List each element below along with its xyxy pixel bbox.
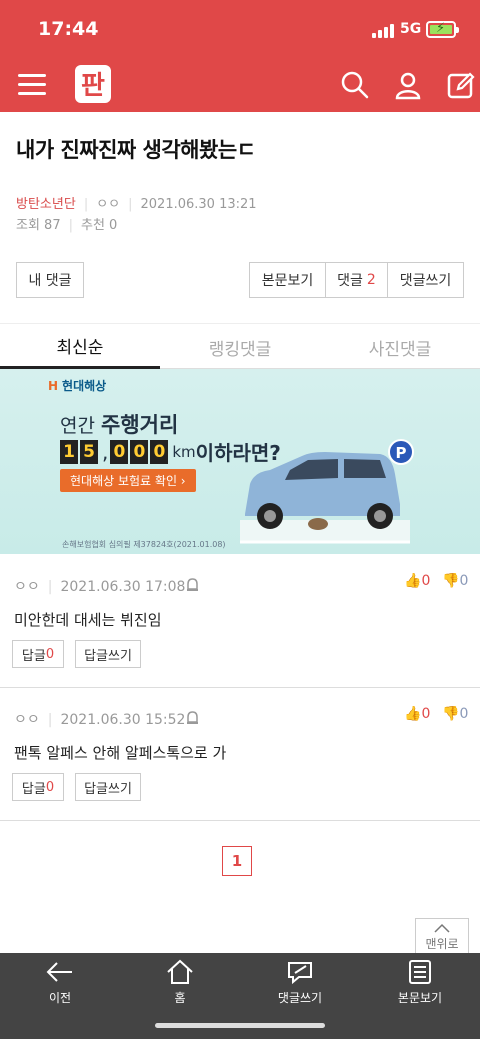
document-icon [409,960,431,984]
dislike-button[interactable]: 👎0 [442,706,468,722]
home-indicator[interactable] [155,1023,325,1028]
tab-ranking[interactable]: 랭킹댓글 [160,325,320,369]
thumbs-up-icon: 👍 [404,573,422,589]
post-category[interactable]: 방탄소년단 [16,197,76,212]
nav-write-comment[interactable]: 댓글쓰기 [240,959,360,1006]
write-reply-button[interactable]: 답글쓰기 [75,640,141,668]
nav-view-body[interactable]: 본문보기 [360,959,480,1006]
reply-count-button[interactable]: 답글 0 [12,640,64,668]
like-button[interactable]: 👍0 [404,706,430,722]
post-meta: 방탄소년단 | ㅇㅇ | 2021.06.30 13:21 [16,197,257,212]
my-comments-button[interactable]: 내 댓글 [16,262,84,298]
comments-count: 2 [366,272,376,288]
back-arrow-icon [46,962,72,982]
ad-cta[interactable]: 현대해상 보험료 확인 › [60,469,196,492]
top-bar: 17:44 5G ⚡ 판 [0,0,480,112]
comment-datetime: 2021.06.30 17:08 [60,579,186,595]
thumbs-up-icon: 👍 [404,706,422,722]
tab-photo[interactable]: 사진댓글 [320,325,480,369]
comments-label: 댓글 [337,273,363,289]
report-icon[interactable] [186,710,199,725]
comment-text: 미안한데 대세는 뷔진임 [14,611,162,629]
divider [0,820,480,821]
recommend-count: 추천 0 [81,218,118,233]
post-datetime: 2021.06.30 13:21 [140,197,257,212]
scroll-to-top-button[interactable]: 맨위로 [415,918,469,956]
thumbs-down-icon: 👎 [442,706,460,722]
comment-author: ㅇㅇ [14,579,40,595]
app-header: 판 [0,62,480,112]
comment-text: 팬톡 알페스 안해 알페스톡으로 가 [14,744,227,762]
write-comment-icon [288,962,312,985]
tab-latest[interactable]: 최신순 [0,325,160,369]
thumbs-down-icon: 👎 [442,573,460,589]
comment-datetime: 2021.06.30 15:52 [60,712,186,728]
write-comment-button[interactable]: 댓글쓰기 [387,262,464,298]
like-button[interactable]: 👍0 [404,573,430,589]
write-icon[interactable] [446,70,476,100]
ad-brand: H 현대해상 [48,379,107,393]
nav-home[interactable]: 홈 [120,959,240,1006]
view-body-button[interactable]: 본문보기 [249,262,326,298]
home-icon [167,959,193,984]
comment-tabs: 최신순 랭킹댓글 사진댓글 [0,325,480,369]
comment-meta: ㅇㅇ | 2021.06.30 17:08 [14,579,186,595]
reply-count-button[interactable]: 답글 0 [12,773,64,801]
ad-fine-print: 손해보험협회 심의필 제37824호(2021.01.08) [62,540,226,549]
report-icon[interactable] [186,577,199,592]
ad-banner[interactable]: H 현대해상 연간 주행거리 15,000 km 이하라면? 현대해상 보험료 확… [0,369,480,554]
post-nickname: ㅇㅇ [96,197,121,212]
comments-count-button[interactable]: 댓글 2 [325,262,388,298]
network-type: 5G [400,21,422,37]
nav-back[interactable]: 이전 [0,959,120,1006]
ad-brand-logo-icon: H [48,379,59,393]
post-title: 내가 진짜진짜 생각해봤는ㄷ [16,138,256,162]
write-reply-button[interactable]: 답글쓰기 [75,773,141,801]
logo-text: 판 [81,71,105,101]
post-stats: 조회 87 | 추천 0 [16,218,118,233]
car-illustration [240,452,410,544]
ad-headline: 연간 주행거리 [60,413,179,437]
comment-meta: ㅇㅇ | 2021.06.30 15:52 [14,712,186,728]
divider [0,323,480,324]
signal-icon [372,24,394,38]
search-icon[interactable] [340,70,370,100]
scroll-to-top-label: 맨위로 [425,937,459,951]
user-icon[interactable] [393,70,423,100]
chevron-up-icon [434,923,450,933]
pann-logo[interactable]: 판 [74,64,112,104]
battery-icon: ⚡ [426,21,459,38]
page-number-current[interactable]: 1 [222,846,252,876]
divider [0,687,480,688]
dislike-button[interactable]: 👎0 [442,573,468,589]
status-bar: 17:44 5G ⚡ [0,0,480,60]
status-time: 17:44 [38,18,99,40]
comment-author: ㅇㅇ [14,712,40,728]
view-count: 조회 87 [16,218,61,233]
menu-icon[interactable] [18,72,46,96]
